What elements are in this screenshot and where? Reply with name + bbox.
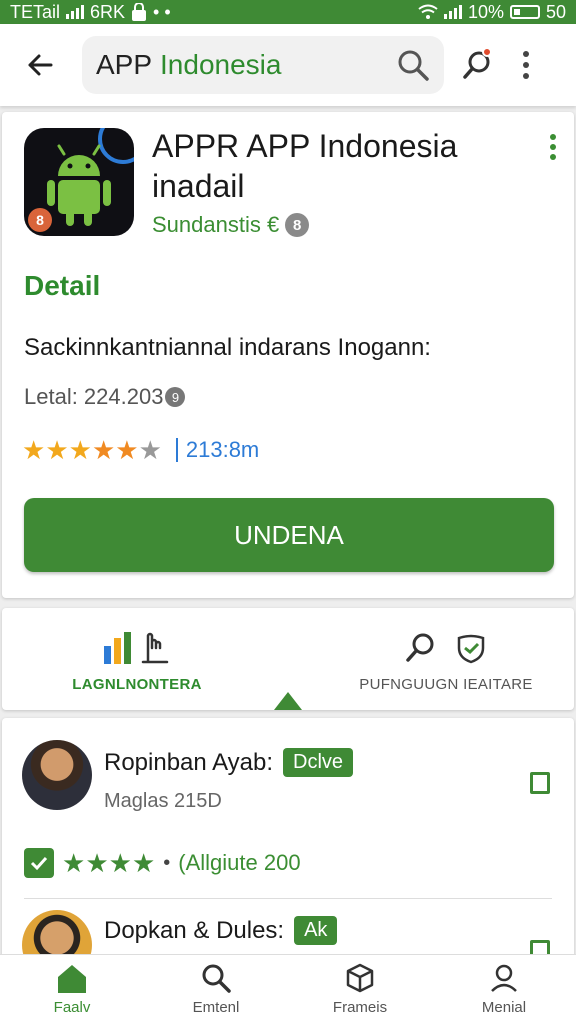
tab-left-label: LAGNLNONTERA xyxy=(72,676,202,693)
search-query-part1: APP xyxy=(96,49,153,80)
overflow-menu-button[interactable] xyxy=(506,37,546,93)
review-rating-row: ★★★★ • (Allgiute 200 xyxy=(24,848,301,878)
app-bar: APP Indonesia xyxy=(0,24,576,106)
carrier2-text: 6RK xyxy=(90,1,126,22)
tab-left[interactable]: LAGNLNONTERA xyxy=(72,624,202,693)
search-query-part2: Indonesia xyxy=(160,49,282,80)
cell-signal-icon xyxy=(443,5,462,19)
rating-divider xyxy=(175,438,178,462)
clock: 50 xyxy=(545,1,566,22)
avatar[interactable] xyxy=(22,740,92,810)
active-tab-indicator xyxy=(274,692,302,710)
notifications-button[interactable] xyxy=(450,37,506,93)
search-input[interactable]: APP Indonesia xyxy=(82,36,444,94)
nav-label: Frameis xyxy=(332,999,388,1016)
star-icon: ★ xyxy=(62,848,86,878)
detail-heading: Detail xyxy=(24,270,101,301)
checkbox[interactable] xyxy=(24,848,54,878)
app-detail-card: 8 APPR APP Indonesia inadail Sundanstis … xyxy=(2,112,574,598)
home-icon xyxy=(58,965,86,993)
star-icon: ★ xyxy=(138,435,162,465)
battery-percent: 10% xyxy=(467,1,504,22)
nav-item-home[interactable]: Faalv xyxy=(0,955,144,1024)
carrier-text: TETail xyxy=(10,1,61,22)
review-author: Dopkan & Dules: Ak xyxy=(104,916,338,945)
bar-chart-icon xyxy=(104,632,131,664)
nav-item-search[interactable]: Emtenl xyxy=(144,955,288,1024)
rating-count[interactable]: 213:8m xyxy=(186,437,259,463)
bottom-nav: Faalv Emtenl Frameis Menial xyxy=(0,954,576,1024)
app-icon-badge: 8 xyxy=(28,208,52,232)
cube-icon xyxy=(346,963,374,993)
rating-stars: ★★★★★★ xyxy=(22,436,162,464)
more-dots-icon: • • xyxy=(153,1,171,22)
review-author-name: Ropinban Ayab: xyxy=(104,748,274,776)
star-icon: ★ xyxy=(131,848,156,878)
review-stars: ★★★★ xyxy=(62,849,155,877)
wifi-icon xyxy=(418,4,438,19)
back-button[interactable] xyxy=(12,37,68,93)
review-subtitle: Maglas 215D xyxy=(104,790,222,812)
review-chip[interactable]: Ak xyxy=(294,916,338,945)
app-meta: Letal: 224.203 9 xyxy=(24,384,186,410)
review-count[interactable]: (Allgiute 200 xyxy=(178,850,300,876)
star-icon: ★ xyxy=(115,435,139,465)
battery-icon xyxy=(509,5,540,19)
rating-row: ★★★★★★ 213:8m xyxy=(22,436,259,464)
install-button[interactable]: UNDENA xyxy=(24,498,554,572)
arrow-left-icon xyxy=(28,54,53,76)
tab-right[interactable]: PUFNGUUGN IEAITARE xyxy=(358,624,534,693)
nav-label: Menial xyxy=(481,999,527,1016)
review-author: Ropinban Ayab: Dclve xyxy=(104,748,354,777)
bullet: • xyxy=(163,851,171,874)
lock-icon xyxy=(132,3,147,21)
review-chip[interactable]: Dclve xyxy=(283,748,354,777)
star-icon: ★ xyxy=(91,435,116,465)
check-icon xyxy=(30,856,48,871)
meta-badge: 9 xyxy=(165,387,186,407)
notification-dot xyxy=(482,47,492,57)
search-icon[interactable] xyxy=(396,48,430,82)
app-description: Sackinnkantniannal indarans Inogann: xyxy=(24,334,431,361)
hand-pointer-icon xyxy=(141,632,169,664)
profile-icon xyxy=(491,964,517,992)
star-icon: ★ xyxy=(85,848,109,878)
nav-label: Faalv xyxy=(53,999,91,1016)
nav-label: Emtenl xyxy=(192,999,240,1016)
developer-link[interactable]: Sundanstis € 8 xyxy=(152,212,310,238)
star-icon: ★ xyxy=(45,435,69,465)
developer-badge: 8 xyxy=(285,213,310,237)
bookmark-icon[interactable] xyxy=(530,772,550,794)
app-meta-text: Letal: 224.203 xyxy=(24,384,164,409)
app-title: APPR APP Indonesia inadail xyxy=(152,128,458,204)
search-icon xyxy=(202,964,231,993)
star-icon: ★ xyxy=(108,848,132,878)
app-icon[interactable]: 8 xyxy=(24,128,134,236)
nav-item-frames[interactable]: Frameis xyxy=(288,955,432,1024)
signal-icon xyxy=(66,5,85,19)
shield-check-icon xyxy=(457,634,485,664)
star-icon: ★ xyxy=(68,435,92,465)
review-author-name: Dopkan & Dules: xyxy=(104,916,285,944)
tab-right-label: PUFNGUUGN IEAITARE xyxy=(359,676,533,693)
reviews-card: Ropinban Ayab: Dclve Maglas 215D ★★★★ • … xyxy=(2,718,574,968)
app-menu-button[interactable] xyxy=(550,134,556,160)
search-icon xyxy=(406,633,434,662)
developer-name: Sundanstis € xyxy=(152,212,280,237)
status-bar: TETail 6RK • • 10% 50 xyxy=(0,0,576,24)
divider xyxy=(24,898,552,899)
nav-item-profile[interactable]: Menial xyxy=(432,955,576,1024)
star-icon: ★ xyxy=(22,435,46,465)
